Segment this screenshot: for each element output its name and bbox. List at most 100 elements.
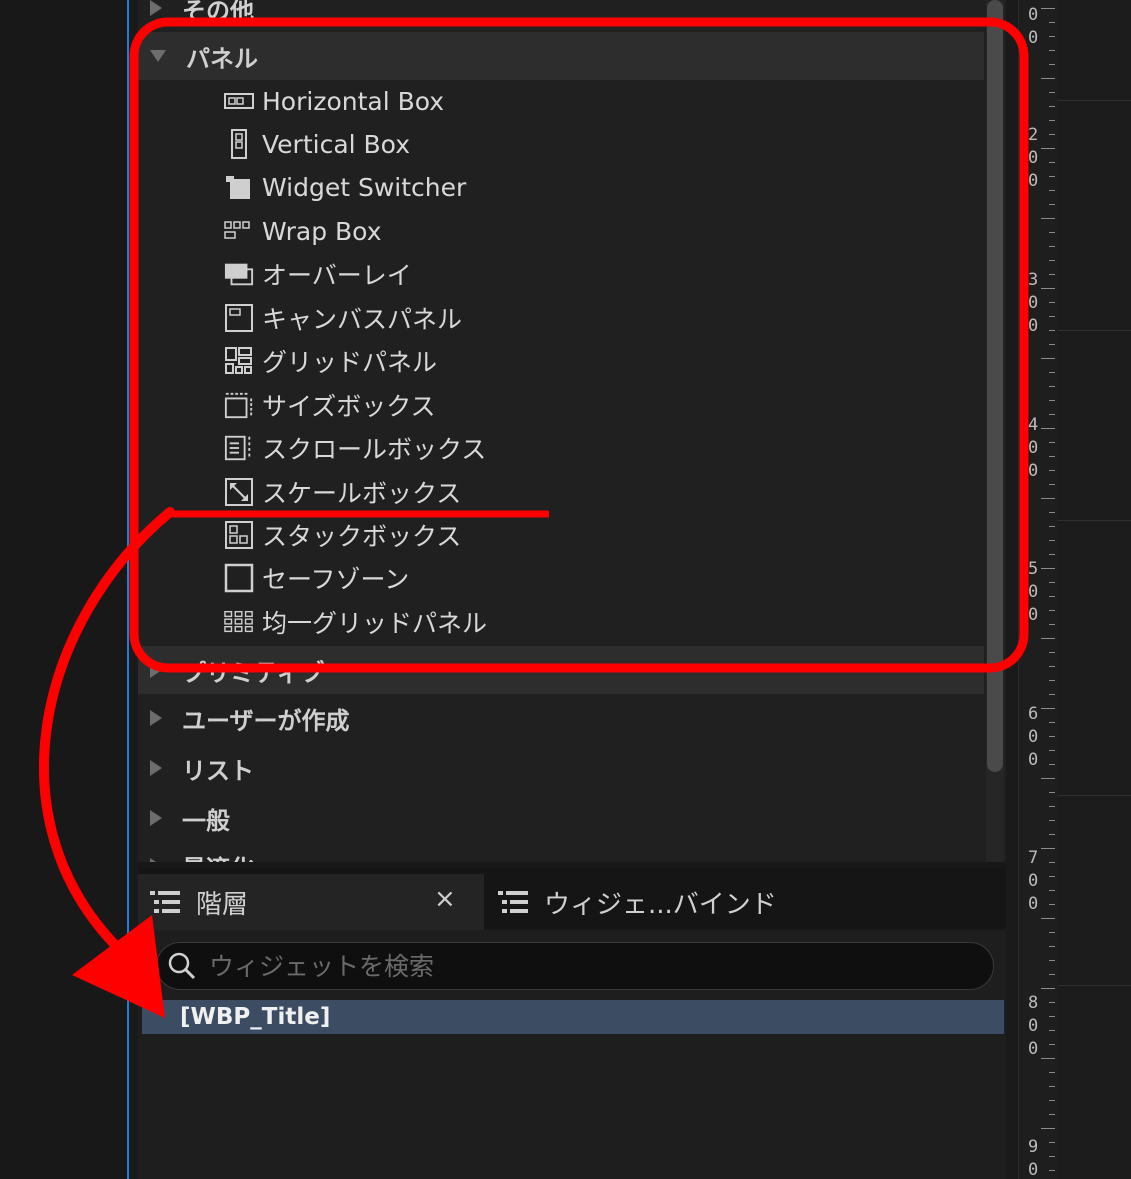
ruler-label: 0 (1028, 28, 1039, 48)
palette-item-wrap-box[interactable]: Wrap Box (224, 211, 381, 251)
ruler-tick (1049, 666, 1055, 667)
ruler-tick (1049, 554, 1055, 555)
scale-box-icon (224, 477, 254, 507)
ruler-tick (1049, 246, 1055, 247)
palette-item-widget-switcher[interactable]: Widget Switcher (224, 167, 466, 207)
ruler-tick (1041, 428, 1055, 429)
tree-item-root[interactable]: [WBP_Title] (142, 1000, 1004, 1034)
tab-bind-widgets[interactable]: ウィジェ...バインド (486, 874, 786, 930)
ruler-tick (1041, 568, 1055, 569)
ruler-label: 4 (1028, 415, 1039, 435)
ruler-tick (1041, 1058, 1055, 1059)
palette-item-horizontal-box[interactable]: Horizontal Box (224, 81, 444, 121)
ruler-tick (1041, 1128, 1055, 1129)
ruler-tick (1049, 400, 1055, 401)
ruler-label: 0 (1028, 171, 1039, 191)
ruler-tick (1049, 862, 1055, 863)
category-label: リスト (182, 756, 254, 785)
tab-label: ウィジェ...バインド (544, 889, 777, 920)
ruler-tick (1049, 386, 1055, 387)
palette-item-grid-panel[interactable]: グリッドパネル (224, 341, 437, 381)
ruler-tick (1049, 442, 1055, 443)
ruler-label: 0 (1028, 1039, 1039, 1059)
ruler-tick (1049, 526, 1055, 527)
category-primitive[interactable]: プリミティブ (138, 646, 984, 694)
palette-item-label: オーバーレイ (262, 261, 412, 290)
ruler-label: 6 (1028, 704, 1039, 724)
ruler-tick (1049, 596, 1055, 597)
palette-scrollbar-thumb[interactable] (987, 0, 1003, 772)
ruler-tick (1049, 106, 1055, 107)
ruler-label: 0 (1028, 750, 1039, 770)
ruler-tick (1049, 162, 1055, 163)
widget-search-input[interactable] (209, 951, 969, 981)
ruler-tick (1049, 736, 1055, 737)
category-common[interactable]: 一般 (138, 794, 984, 842)
collapse-arrow-icon (150, 710, 162, 726)
category-other[interactable]: その他 (138, 0, 984, 32)
ruler-label: 0 (1028, 461, 1039, 481)
palette-item-label: サイズボックス (262, 392, 436, 421)
ruler-tick (1049, 792, 1055, 793)
ruler-tick (1049, 232, 1055, 233)
ruler-tick (1049, 92, 1055, 93)
ruler-tick (1049, 624, 1055, 625)
ruler-tick (1041, 498, 1055, 499)
category-optimization[interactable]: 最適化 (138, 842, 984, 862)
palette-item-safe-zone[interactable]: セーフゾーン (224, 558, 409, 598)
palette-item-stack-box[interactable]: スタックボックス (224, 515, 461, 555)
ruler-tick (1049, 1156, 1055, 1157)
palette-item-overlay[interactable]: オーバーレイ (224, 254, 412, 294)
palette-item-vertical-box[interactable]: Vertical Box (224, 124, 410, 164)
ruler-tick (1041, 848, 1055, 849)
ruler-label: 2 (1028, 125, 1039, 145)
palette-item-label: Vertical Box (262, 129, 410, 159)
palette-item-canvas-panel[interactable]: キャンバスパネル (224, 298, 462, 338)
ruler-tick (1049, 176, 1055, 177)
close-tab-button[interactable]: × (434, 884, 456, 914)
horizontal-box-icon (224, 86, 254, 116)
category-label: パネル (186, 44, 258, 73)
palette-item-scale-box[interactable]: スケールボックス (224, 472, 461, 512)
palette-item-uniform-grid-panel[interactable]: 均一グリッドパネル (224, 602, 487, 642)
category-user-created[interactable]: ユーザーが作成 (138, 694, 984, 742)
palette-item-size-box[interactable]: サイズボックス (224, 385, 436, 425)
palette-item-scroll-box[interactable]: スクロールボックス (224, 428, 486, 468)
ruler-label: 0 (1028, 582, 1039, 602)
palette-item-label: グリッドパネル (262, 348, 438, 377)
designer-canvas[interactable] (1058, 0, 1131, 1179)
ruler-tick (1041, 358, 1055, 359)
ruler-tick (1041, 638, 1055, 639)
ruler-label: 0 (1028, 1160, 1039, 1179)
list-icon (498, 891, 528, 913)
palette-item-label: キャンバスパネル (262, 305, 463, 334)
ruler-tick (1049, 722, 1055, 723)
ruler-tick (1049, 806, 1055, 807)
category-panel[interactable]: パネル (138, 32, 984, 80)
ruler-tick (1041, 148, 1055, 149)
ruler-tick (1049, 414, 1055, 415)
category-list[interactable]: リスト (138, 744, 984, 792)
ruler-label: 0 (1028, 316, 1039, 336)
ruler-tick (1049, 512, 1055, 513)
ruler-tick (1049, 1100, 1055, 1101)
tree-item-label: [WBP_Title] (180, 1004, 331, 1030)
list-icon (150, 891, 180, 913)
canvas-gridline (1058, 330, 1131, 331)
ruler-tick (1041, 988, 1055, 989)
ruler-tick (1041, 778, 1055, 779)
ruler-label: 0 (1028, 5, 1039, 25)
ruler-tick (1049, 120, 1055, 121)
canvas-gridline (1058, 520, 1131, 521)
overlay-icon (224, 259, 254, 289)
ruler-tick (1049, 330, 1055, 331)
ruler-label: 9 (1028, 1137, 1039, 1157)
palette-item-label: スケールボックス (262, 479, 462, 508)
tab-label: 階層 (196, 889, 249, 920)
widget-search-box[interactable] (156, 942, 994, 990)
ruler-tick (1049, 694, 1055, 695)
ruler-label: 0 (1028, 727, 1039, 747)
tab-hierarchy[interactable]: 階層 (138, 874, 484, 930)
expand-arrow-icon (150, 50, 166, 62)
ruler-tick (1049, 1030, 1055, 1031)
